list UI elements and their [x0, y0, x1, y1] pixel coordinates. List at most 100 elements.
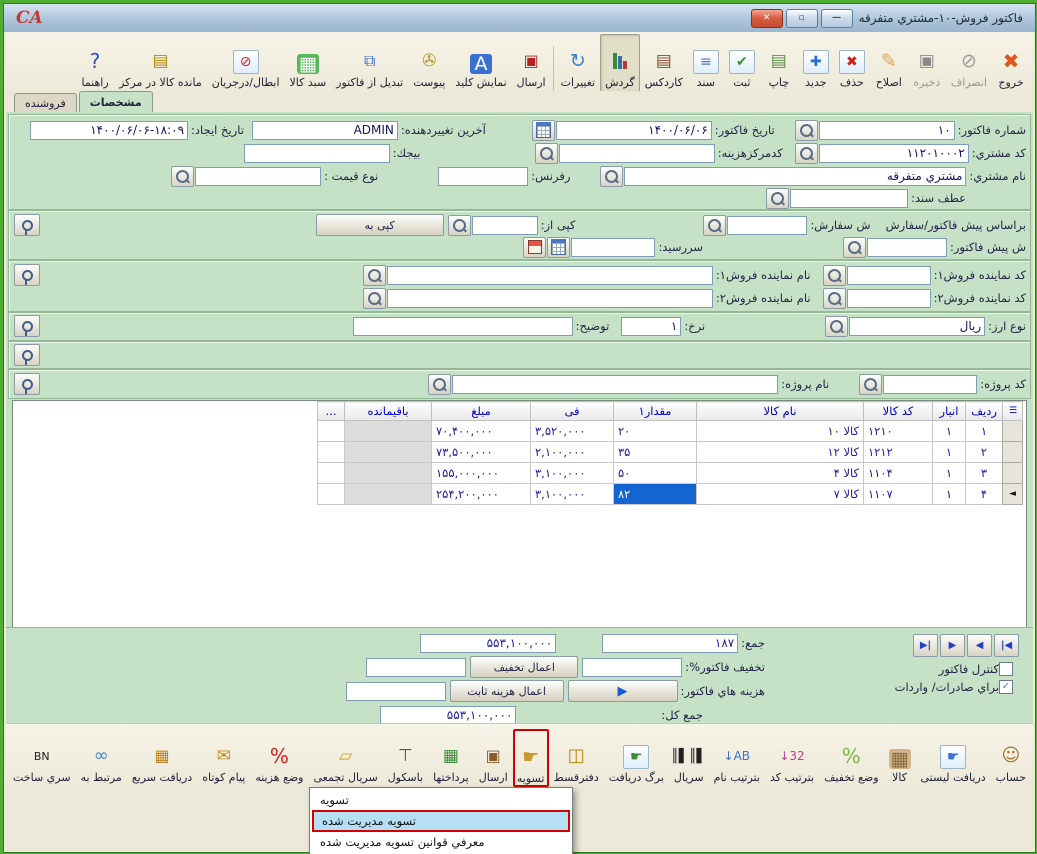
convert-from-invoice-button[interactable]: ⧉تبدیل از فاکتور	[331, 34, 408, 92]
table-row[interactable]: ۲۱۱۲۱۲کالا ۱۲۳۵۲,۱۰۰,۰۰۰۷۳,۵۰۰,۰۰۰	[318, 442, 1023, 463]
export-import-checkbox-row[interactable]: ✓ براي صادرات/ واردات	[895, 680, 1017, 694]
invoice-date-calendar-button[interactable]	[532, 120, 555, 141]
receipt-sheet-button[interactable]: ☛برگ دریافت	[604, 727, 669, 787]
apply-discount-button[interactable]: اعمال تخفیف	[470, 656, 578, 678]
table-cell[interactable]: ۳	[966, 463, 1003, 484]
void-inprogress-button[interactable]: ⊘ابطال/درجریان	[207, 34, 285, 92]
send-button[interactable]: ▣ارسال	[512, 34, 551, 92]
copy-from-search-button[interactable]	[448, 215, 471, 236]
maximize-button[interactable]: ▫	[786, 9, 818, 28]
table-cell[interactable]	[318, 442, 345, 463]
proforma-no-search-button[interactable]	[843, 237, 866, 258]
price-type-search-button[interactable]	[171, 166, 194, 187]
table-cell[interactable]	[318, 463, 345, 484]
table-cell[interactable]	[1003, 442, 1023, 463]
column-header-1[interactable]: ردیف	[966, 402, 1003, 421]
column-header-9[interactable]: ...	[318, 402, 345, 421]
rate-input[interactable]: ۱	[621, 317, 681, 336]
rep2-code-input[interactable]	[847, 289, 931, 308]
bijak-input[interactable]	[244, 144, 390, 163]
rep2-name-search-button[interactable]	[363, 288, 386, 309]
column-header-5[interactable]: مقدار۱	[614, 402, 697, 421]
edit-button[interactable]: ✎اصلاح	[870, 34, 908, 92]
print-button[interactable]: ▤چاپ	[760, 34, 798, 92]
project-code-input[interactable]	[883, 375, 977, 394]
customer-name-search-button[interactable]	[600, 166, 623, 187]
due-date-calendar-button[interactable]	[547, 237, 570, 258]
table-cell[interactable]: ۷۳,۵۰۰,۰۰۰	[432, 442, 531, 463]
customer-code-search-button[interactable]	[795, 143, 818, 164]
project-name-input[interactable]	[452, 375, 778, 394]
table-cell[interactable]: ۵۰	[614, 463, 697, 484]
table-cell[interactable]: ۳,۱۰۰,۰۰۰	[531, 463, 614, 484]
account-button[interactable]: ☺حساب	[991, 727, 1031, 787]
related-to-button[interactable]: ∞مرتبط به	[76, 727, 127, 787]
column-header-7[interactable]: مبلغ	[432, 402, 531, 421]
attachment-button[interactable]: ✇پیوست	[408, 34, 450, 92]
table-cell[interactable]	[345, 421, 432, 442]
invoice-date-input[interactable]: ۱۴۰۰/۰۶/۰۶	[556, 121, 712, 140]
rep1-name-search-button[interactable]	[363, 265, 386, 286]
cost-center-search-button[interactable]	[535, 143, 558, 164]
project-code-search-button[interactable]	[859, 374, 882, 395]
table-cell[interactable]: ۱	[966, 421, 1003, 442]
project-name-search-button[interactable]	[428, 374, 451, 395]
dispatch-button[interactable]: ▣ارسال	[474, 727, 513, 787]
due-date-input[interactable]	[571, 238, 655, 257]
record-nav-button-4[interactable]: |◀	[994, 634, 1019, 657]
cost-center-input[interactable]	[559, 144, 715, 163]
table-cell[interactable]	[345, 484, 432, 505]
table-cell[interactable]: ۲	[966, 442, 1003, 463]
table-row[interactable]: ◄۴۱۱۱۰۷کالا ۷۸۲۳,۱۰۰,۰۰۰۲۵۴,۲۰۰,۰۰۰	[318, 484, 1023, 505]
close-button[interactable]: ✕	[751, 9, 783, 28]
cumulative-serial-button[interactable]: ▱سریال تجمعی	[309, 727, 383, 787]
checkbox-icon[interactable]: ✓	[999, 680, 1013, 694]
table-cell[interactable]: ۱۱۰۴	[864, 463, 933, 484]
menu-item-1[interactable]: تسویه	[312, 790, 570, 810]
rep1-code-search-button[interactable]	[823, 265, 846, 286]
table-cell[interactable]	[345, 463, 432, 484]
circulation-button[interactable]: گردش	[600, 34, 640, 92]
order-by-code-button[interactable]: 32↓بترتیب کد	[765, 727, 819, 787]
table-cell[interactable]: ۱	[933, 463, 966, 484]
table-cell[interactable]: کالا ۱۰	[697, 421, 864, 442]
table-cell[interactable]	[318, 484, 345, 505]
price-type-input[interactable]	[195, 167, 321, 186]
copy-to-button[interactable]: کپی به	[316, 214, 444, 236]
goods-basket-button[interactable]: ▦سبد کالا	[285, 34, 332, 92]
checkbox-icon[interactable]	[999, 662, 1013, 676]
discount-status-button[interactable]: %وضع تخفیف	[819, 727, 883, 787]
column-header-3[interactable]: کد کالا	[864, 402, 933, 421]
payments-button[interactable]: ▦پرداختها	[428, 727, 474, 787]
rep2-code-search-button[interactable]	[823, 288, 846, 309]
voucher-button[interactable]: ≡سند	[688, 34, 724, 92]
grid-menu-icon[interactable]: ☰	[1003, 402, 1023, 421]
table-row[interactable]: ۱۱۱۲۱۰کالا ۱۰۲۰۳,۵۲۰,۰۰۰۷۰,۴۰۰,۰۰۰	[318, 421, 1023, 442]
settlement-button[interactable]: ☛تسویه	[513, 729, 549, 787]
table-cell[interactable]: ۴	[966, 484, 1003, 505]
show-key-button[interactable]: Aنمایش کلید	[450, 34, 511, 92]
stock-in-center-button[interactable]: ▤مانده کالا در مرکز	[114, 34, 207, 92]
table-cell[interactable]	[345, 442, 432, 463]
invoice-no-input[interactable]: ۱۰	[819, 121, 955, 140]
copy-from-input[interactable]	[472, 216, 538, 235]
table-cell[interactable]: ۱۲۱۰	[864, 421, 933, 442]
currency-input[interactable]: ریال	[849, 317, 985, 336]
menu-item-2[interactable]: تسویه مدیریت شده	[312, 810, 570, 832]
column-header-4[interactable]: نام کالا	[697, 402, 864, 421]
order-by-name-button[interactable]: AB↓بترتیب نام	[709, 727, 765, 787]
fixed-cost-input[interactable]	[346, 682, 446, 701]
proforma-no-input[interactable]	[867, 238, 947, 257]
table-cell[interactable]: ۳,۱۰۰,۰۰۰	[531, 484, 614, 505]
order-no-input[interactable]	[727, 216, 807, 235]
order-no-search-button[interactable]	[703, 215, 726, 236]
note-input[interactable]	[353, 317, 573, 336]
column-header-6[interactable]: فی	[531, 402, 614, 421]
invoice-no-search-button[interactable]	[795, 120, 818, 141]
table-cell[interactable]: ۱	[933, 442, 966, 463]
new-button[interactable]: ✚جدید	[798, 34, 834, 92]
discount-amount-input[interactable]	[366, 658, 466, 677]
tab-specifications[interactable]: مشخصات	[79, 91, 153, 112]
table-cell[interactable]: کالا ۴	[697, 463, 864, 484]
doc-ref-input[interactable]	[790, 189, 908, 208]
